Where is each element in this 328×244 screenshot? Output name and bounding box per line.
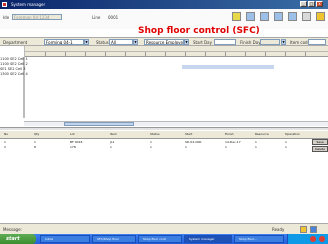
table-cell: 1 — [285, 145, 287, 149]
item-code-field[interactable] — [308, 39, 326, 45]
line-label: Line — [92, 15, 101, 20]
gantt-task-bar[interactable] — [182, 65, 274, 69]
filter-bar: Department Forming 04-1 ▼ Status All ▼ R… — [0, 37, 328, 46]
user-field[interactable]: Foreman 04-1234 — [12, 14, 62, 20]
taskbar-item[interactable]: System manager — [184, 235, 232, 243]
taskbar-item[interactable]: Shop floor cont — [138, 235, 182, 243]
refresh-icon[interactable] — [260, 12, 269, 21]
folder-icon[interactable] — [232, 12, 241, 21]
status-bar: Message: Ready — [0, 223, 328, 234]
gantt-horizontal-scrollbar[interactable] — [24, 121, 328, 126]
line-value: 0001 — [108, 15, 119, 20]
gantt-chart[interactable] — [24, 46, 328, 118]
gantt-row-label: 1300 SE2 Cell 4 — [0, 72, 28, 76]
gantt-header-bottom — [25, 51, 328, 56]
exit-icon[interactable] — [316, 12, 325, 21]
table-cell: 1 — [150, 145, 152, 149]
department-select[interactable]: Forming 04-1 — [44, 39, 84, 45]
table-cell: 1 — [285, 140, 287, 144]
maximize-button[interactable]: □ — [308, 1, 315, 7]
gantt-row-labels: 1100 SE2 Cell 1 1100 SE2 Cell 2 SE1 SE2 … — [0, 57, 28, 118]
taskbar-item[interactable]: Shop floor... — [234, 235, 284, 243]
taskbar-item[interactable]: SFC/Shop floor — [92, 235, 136, 243]
start-day-label: Start Day — [193, 40, 212, 45]
delete-button[interactable]: Delete — [312, 146, 328, 152]
column-header[interactable]: Operation — [285, 132, 300, 136]
print-icon[interactable] — [246, 12, 255, 21]
table-cell: 1 — [255, 140, 257, 144]
department-label: Department — [3, 40, 28, 45]
table-cell: 1 — [185, 145, 187, 149]
table-cell: 1 — [150, 140, 152, 144]
minimize-button[interactable]: _ — [300, 1, 307, 7]
close-button[interactable]: x — [316, 1, 323, 7]
title-bar: System manager _ □ x — [0, 0, 328, 9]
scrollbar-thumb[interactable] — [64, 122, 134, 126]
column-header[interactable]: Resource — [255, 132, 269, 136]
table-cell: JL1 — [110, 140, 115, 144]
column-header[interactable]: Qty — [34, 132, 39, 136]
table-cell: 178 — [70, 145, 76, 149]
table-cell: 1 — [255, 145, 257, 149]
export-icon[interactable] — [274, 12, 283, 21]
column-header[interactable]: Status — [150, 132, 160, 136]
tray-icon[interactable] — [310, 236, 316, 242]
column-header[interactable]: Item — [110, 132, 117, 136]
table-cell: 1 — [34, 140, 36, 144]
table-cell: SD-04-CN0 — [185, 140, 202, 144]
start-day-field[interactable] — [214, 39, 236, 45]
orders-table: No Qty Lot Item Status Start Finish Reso… — [0, 131, 328, 219]
column-header[interactable]: Start — [185, 132, 192, 136]
tray-icon[interactable] — [319, 236, 325, 242]
user-label: Ide — [3, 15, 10, 20]
column-header[interactable]: Finish — [225, 132, 234, 136]
table-cell: 1 — [4, 140, 6, 144]
window-title: System manager — [11, 2, 46, 7]
resource-dropdown-icon[interactable]: ▼ — [184, 39, 189, 45]
column-header[interactable]: No — [4, 132, 8, 136]
finish-dropdown-icon[interactable]: ▼ — [281, 39, 286, 45]
table-cell: 2 — [4, 145, 6, 149]
table-cell: 1 — [110, 145, 112, 149]
system-tray — [287, 234, 328, 244]
finish-day-label: Finish Day — [240, 40, 261, 45]
taskbar: start Inbox SFC/Shop floor Shop floor co… — [0, 234, 328, 244]
table-cell: 14-Dec-17 — [225, 140, 241, 144]
table-cell: 8 — [34, 145, 36, 149]
lock-icon[interactable] — [300, 226, 307, 233]
table-header: No Qty Lot Item Status Start Finish Reso… — [0, 131, 328, 139]
department-dropdown-icon[interactable]: ▼ — [84, 39, 89, 45]
info-icon[interactable] — [310, 226, 317, 233]
finish-day-field[interactable] — [260, 39, 280, 45]
taskbar-item[interactable]: Inbox — [40, 235, 90, 243]
status-label: Status — [96, 40, 109, 45]
save-button[interactable]: Save — [312, 139, 328, 145]
settings-icon[interactable] — [288, 12, 297, 21]
pane-splitter[interactable] — [0, 127, 328, 130]
app-icon — [2, 2, 7, 7]
message-label: Message: — [3, 227, 22, 232]
status-dropdown-icon[interactable]: ▼ — [133, 39, 138, 45]
table-row[interactable]: 2 8 178 1 1 1 1 1 1 — [0, 145, 328, 150]
main-window: Ide Foreman 04-1234 Line 0001 Shop floor… — [0, 9, 328, 234]
status-text: Ready — [272, 227, 285, 232]
help-icon[interactable] — [302, 12, 311, 21]
status-select[interactable]: All — [109, 39, 133, 45]
page-title: Shop floor control (SFC) — [138, 26, 260, 36]
table-cell: 1 — [225, 145, 227, 149]
table-cell: BF 0018 — [70, 140, 83, 144]
gantt-timeline-header — [25, 46, 328, 57]
start-button[interactable]: start — [0, 234, 36, 244]
resource-select[interactable]: Resource Employee — [144, 39, 184, 45]
column-header[interactable]: Lot — [70, 132, 75, 136]
